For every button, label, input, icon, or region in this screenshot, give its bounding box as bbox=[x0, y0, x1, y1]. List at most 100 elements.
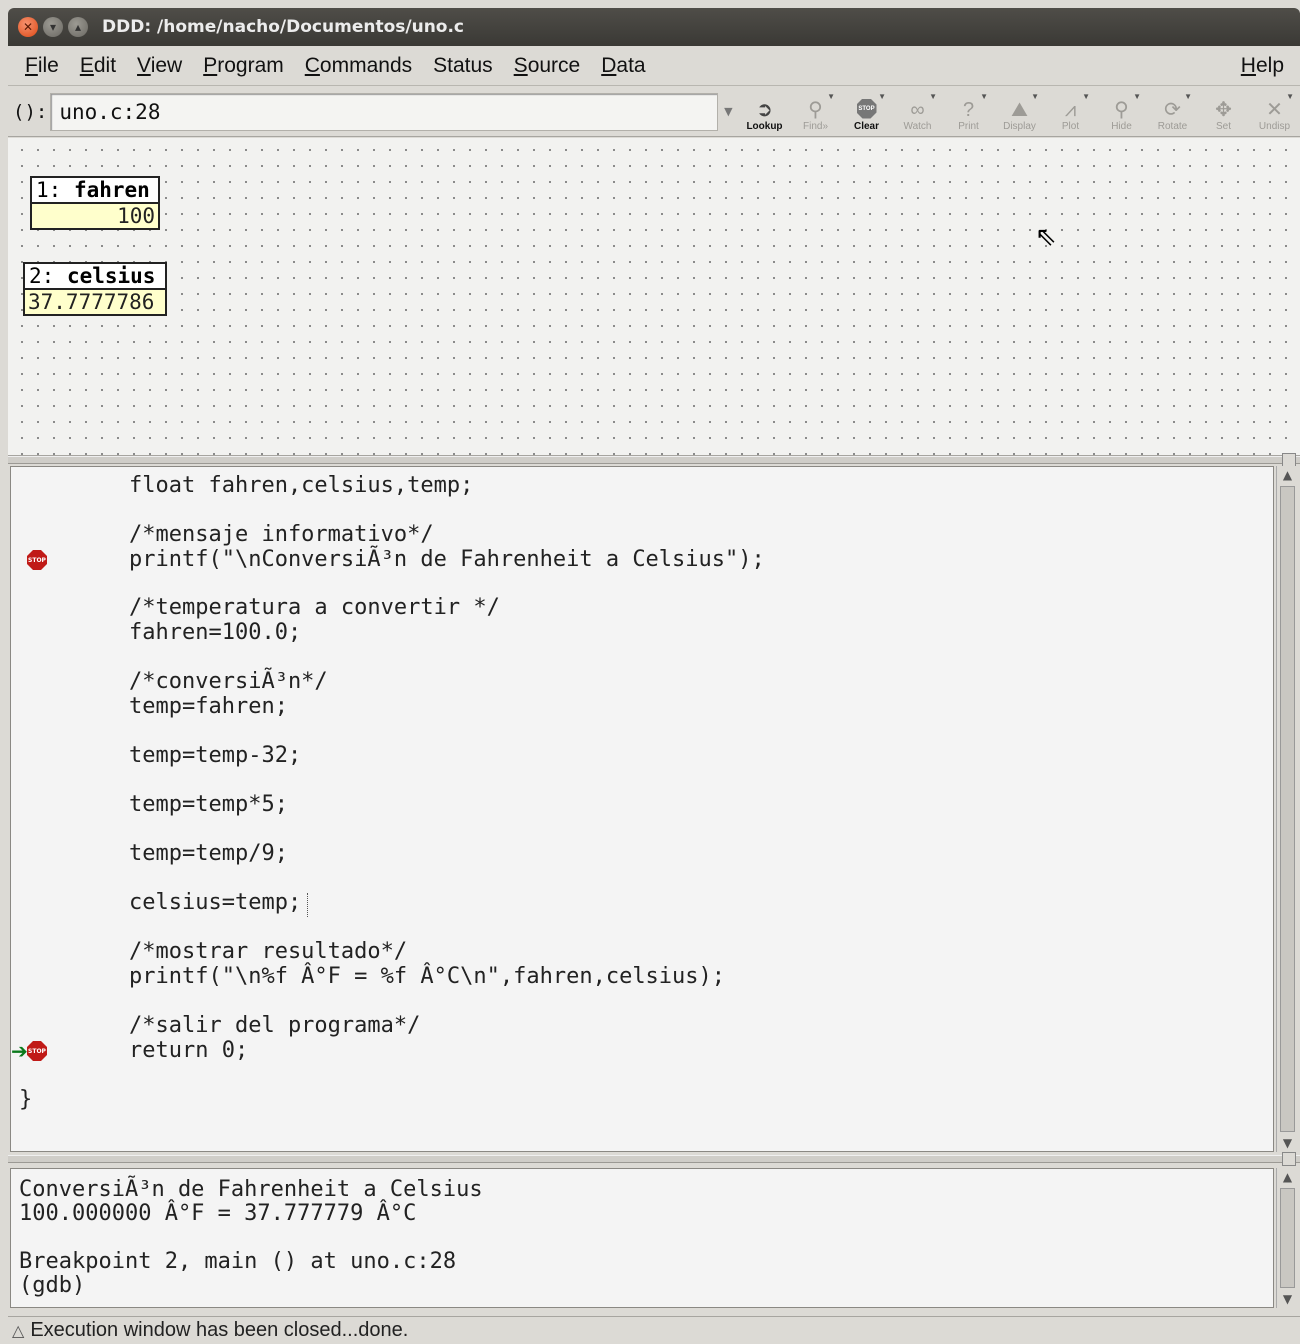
toolbar-clear-button[interactable]: ▼ STOP Clear bbox=[841, 90, 892, 134]
scroll-down-arrow-icon[interactable]: ▼ bbox=[1277, 1134, 1298, 1152]
display-value: 37.7777786 bbox=[25, 290, 165, 314]
maximize-window-button[interactable]: ▴ bbox=[68, 17, 88, 37]
title-bar: ✕ ▾ ▴ DDD: /home/nacho/Documentos/uno.c bbox=[8, 8, 1300, 46]
source-line[interactable]: celsius=temp; bbox=[129, 890, 301, 916]
display-icon: ⛰ bbox=[1011, 98, 1028, 121]
menu-commands[interactable]: Commands bbox=[301, 54, 416, 78]
binoculars-icon: ⚲ bbox=[808, 98, 823, 121]
menu-data[interactable]: Data bbox=[597, 54, 649, 78]
source-line[interactable]: fahren=100.0; bbox=[129, 620, 301, 646]
sash-grip[interactable] bbox=[1282, 453, 1296, 467]
toolbar-button-label: Print bbox=[958, 120, 979, 132]
argument-label: (): bbox=[13, 100, 48, 123]
source-line[interactable]: temp=temp-32; bbox=[129, 743, 301, 769]
dropdown-caret-icon: ▼ bbox=[1286, 91, 1294, 101]
toolbar-button-label: Find» bbox=[802, 120, 828, 132]
data-source-sash[interactable] bbox=[8, 453, 1300, 467]
menu-bar: File Edit View Program Commands Status S… bbox=[8, 46, 1300, 86]
source-line[interactable]: /*mensaje informativo*/ bbox=[129, 522, 434, 548]
source-line[interactable]: float fahren,celsius,temp; bbox=[129, 473, 473, 499]
toolbar-lookup-button[interactable]: ➲ Lookup bbox=[739, 90, 790, 134]
plot-icon: ⩘ bbox=[1064, 98, 1077, 121]
toolbar-button-label: Watch bbox=[903, 120, 932, 132]
source-line[interactable]: /*temperatura a convertir */ bbox=[129, 595, 500, 621]
menu-edit[interactable]: Edit bbox=[76, 54, 120, 78]
magnifier-icon: ⚲ bbox=[1114, 98, 1129, 121]
dropdown-caret-icon: ▼ bbox=[929, 91, 937, 101]
toolbar-rotate-button[interactable]: ▼ ⟳ Rotate bbox=[1147, 90, 1198, 134]
toolbar-hide-button[interactable]: ▼ ⚲ Hide bbox=[1096, 90, 1147, 134]
data-window[interactable]: 1: fahren 100 2: celsius 37.7777786 ⇖ bbox=[8, 138, 1300, 456]
menu-help[interactable]: Help bbox=[1237, 54, 1288, 78]
display-fahren[interactable]: 1: fahren 100 bbox=[30, 176, 160, 230]
undisplay-icon: ✕ bbox=[1266, 98, 1283, 121]
menu-file[interactable]: File bbox=[21, 54, 63, 78]
source-line[interactable]: temp=temp/9; bbox=[129, 841, 288, 867]
status-bar: △ Execution window has been closed...don… bbox=[8, 1316, 1300, 1344]
source-window[interactable]: float fahren,celsius,temp; /*mensaje info… bbox=[10, 466, 1274, 1152]
toolbar-plot-button[interactable]: ▼ ⩘ Plot bbox=[1045, 90, 1096, 134]
stop-icon: STOP bbox=[856, 98, 877, 119]
menu-program[interactable]: Program bbox=[199, 54, 288, 78]
dropdown-caret-icon: ▼ bbox=[827, 91, 835, 101]
debugger-console[interactable]: ConversiÃ³n de Fahrenheit a Celsius 100.0… bbox=[10, 1168, 1274, 1308]
dropdown-caret-icon: ▼ bbox=[878, 91, 886, 101]
dropdown-caret-icon: ▼ bbox=[980, 91, 988, 101]
display-value: 100 bbox=[32, 204, 158, 228]
toolbar-find-button[interactable]: ▼ ⚲ Find» bbox=[790, 90, 841, 134]
toolbar-button-label: Rotate bbox=[1157, 120, 1188, 132]
scroll-thumb[interactable] bbox=[1280, 1188, 1295, 1288]
toolbar-button-label: Display bbox=[1003, 120, 1036, 132]
dropdown-caret-icon: ▼ bbox=[1082, 91, 1090, 101]
toolbar-button-label: Undisp bbox=[1258, 120, 1291, 132]
toolbar: (): uno.c:28 ▼ ➲ Lookup ▼ ⚲ Find» ▼ STOP Clear ▼… bbox=[8, 87, 1300, 137]
source-line[interactable]: /*salir del programa*/ bbox=[129, 1013, 420, 1039]
source-scrollbar[interactable]: ▲ ▼ bbox=[1276, 466, 1298, 1152]
source-line[interactable]: /*conversiÃ³n*/ bbox=[129, 669, 328, 695]
display-celsius[interactable]: 2: celsius 37.7777786 bbox=[23, 262, 167, 316]
display-header: 2: celsius bbox=[25, 264, 165, 290]
source-line[interactable]: } bbox=[19, 1087, 32, 1113]
console-line: Breakpoint 2, main () at uno.c:28 bbox=[19, 1249, 457, 1274]
lookup-icon: ➲ bbox=[756, 98, 773, 121]
mouse-pointer-icon: ⇖ bbox=[1035, 222, 1057, 252]
status-triangle-icon[interactable]: △ bbox=[12, 1321, 24, 1341]
source-line[interactable]: return 0; bbox=[129, 1038, 248, 1064]
console-line: (gdb) bbox=[19, 1273, 86, 1298]
toolbar-set-button[interactable]: ✥ Set bbox=[1198, 90, 1249, 134]
toolbar-button-label: Plot bbox=[1061, 120, 1080, 132]
scroll-down-arrow-icon[interactable]: ▼ bbox=[1277, 1290, 1298, 1308]
menu-source[interactable]: Source bbox=[510, 54, 585, 78]
scroll-thumb[interactable] bbox=[1280, 486, 1295, 1132]
source-line[interactable]: temp=temp*5; bbox=[129, 792, 288, 818]
breakpoint-stop-icon[interactable]: STOP bbox=[27, 550, 47, 570]
minimize-window-button[interactable]: ▾ bbox=[43, 17, 63, 37]
toolbar-watch-button[interactable]: ▼ ∞ Watch bbox=[892, 90, 943, 134]
scroll-up-arrow-icon[interactable]: ▲ bbox=[1277, 1168, 1298, 1186]
menu-status[interactable]: Status bbox=[429, 54, 497, 78]
source-line[interactable]: printf("\n%f Â°F = %f Â°C\n",fahren,cels… bbox=[129, 964, 725, 990]
console-scrollbar[interactable]: ▲ ▼ bbox=[1276, 1168, 1298, 1308]
watch-glasses-icon: ∞ bbox=[910, 98, 925, 121]
argument-history-dropdown[interactable]: ▼ bbox=[718, 93, 739, 131]
execution-arrow-icon: ➔ bbox=[11, 1039, 28, 1063]
toolbar-undisp-button[interactable]: ▼ ✕ Undisp bbox=[1249, 90, 1300, 134]
argument-field[interactable]: uno.c:28 bbox=[50, 92, 718, 131]
menu-view[interactable]: View bbox=[133, 54, 186, 78]
toolbar-button-label: Clear bbox=[853, 120, 879, 132]
rotate-icon: ⟳ bbox=[1164, 98, 1181, 121]
source-line[interactable]: printf("\nConversiÃ³n de Fahrenheit a Ce… bbox=[129, 547, 765, 573]
console-line: 100.000000 Â°F = 37.777779 Â°C bbox=[19, 1201, 417, 1226]
scroll-up-arrow-icon[interactable]: ▲ bbox=[1277, 466, 1298, 484]
close-window-button[interactable]: ✕ bbox=[18, 17, 38, 37]
source-console-sash[interactable] bbox=[8, 1152, 1300, 1166]
sash-grip[interactable] bbox=[1282, 1152, 1296, 1166]
source-line[interactable]: temp=fahren; bbox=[129, 694, 288, 720]
dropdown-caret-icon: ▼ bbox=[1184, 91, 1192, 101]
toolbar-print-button[interactable]: ▼? Print bbox=[943, 90, 994, 134]
set-icon: ✥ bbox=[1215, 98, 1232, 121]
source-line[interactable]: /*mostrar resultado*/ bbox=[129, 939, 407, 965]
console-line: ConversiÃ³n de Fahrenheit a Celsius bbox=[19, 1177, 483, 1202]
question-icon: ? bbox=[962, 98, 975, 121]
toolbar-display-button[interactable]: ▼ ⛰ Display bbox=[994, 90, 1045, 134]
